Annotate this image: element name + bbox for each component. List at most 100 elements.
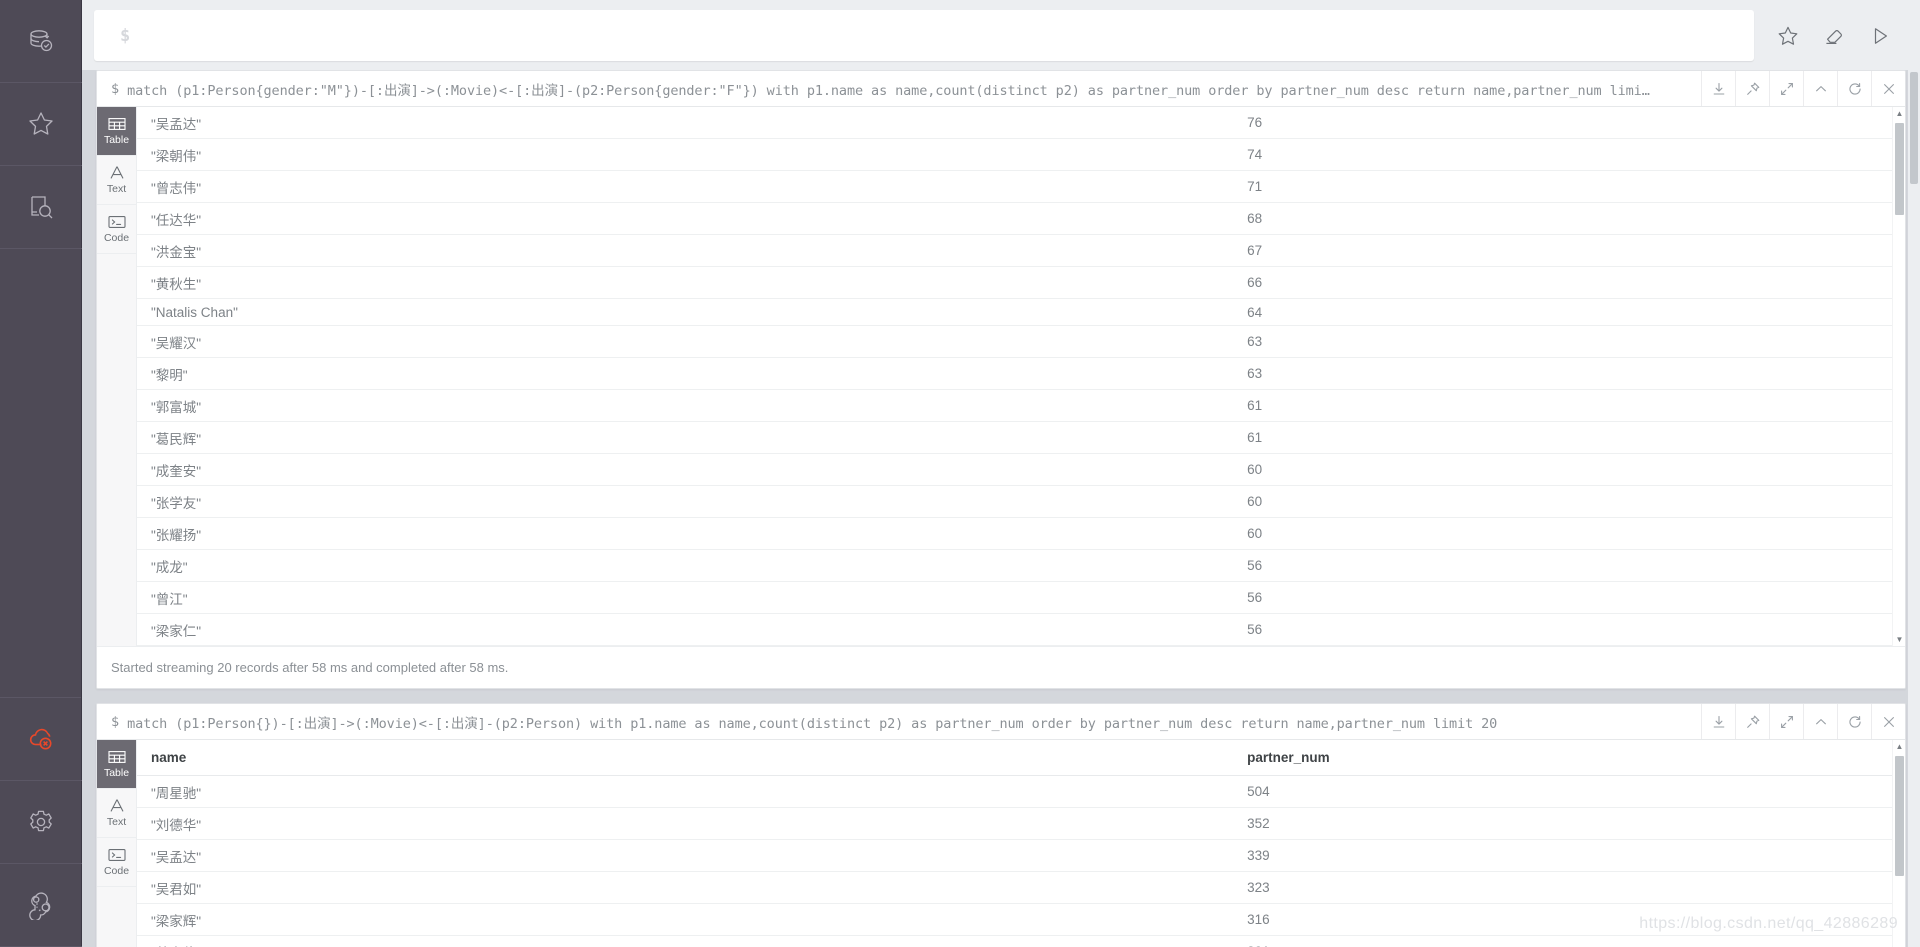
run-play-icon[interactable] [1868, 24, 1892, 48]
sidebar-item-settings[interactable] [0, 781, 82, 864]
table-row[interactable]: "张学友" 60 [137, 485, 1905, 518]
frame-query-text[interactable]: $ match (p1:Person{})-[:出演]->(:Movie)<-[… [97, 704, 1701, 739]
table-row[interactable]: "任达华" 68 [137, 202, 1905, 235]
cell-partner-num: 339 [1233, 839, 1905, 872]
tab-code[interactable]: Code [97, 838, 136, 887]
download-icon[interactable] [1701, 704, 1735, 739]
table-row[interactable]: "郭富城" 61 [137, 389, 1905, 422]
table-row[interactable]: "刘德华" 352 [137, 807, 1905, 840]
frame-query: match (p1:Person{gender:"M"})-[:出演]->(:M… [127, 82, 1650, 99]
cell-partner-num: 323 [1233, 871, 1905, 904]
table-row[interactable]: "梁朝伟" 74 [137, 138, 1905, 171]
table-row[interactable]: "洪金宝" 67 [137, 234, 1905, 267]
text-a-icon [108, 798, 126, 813]
column-header-partner-num[interactable]: partner_num [1233, 740, 1905, 776]
clear-eraser-icon[interactable] [1822, 24, 1846, 48]
scroll-down-arrow[interactable]: ▼ [1893, 633, 1905, 646]
refresh-icon[interactable] [1837, 704, 1871, 739]
code-terminal-icon [107, 215, 126, 229]
query-editor[interactable]: $ [94, 10, 1754, 61]
pin-icon[interactable] [1735, 71, 1769, 106]
expand-icon[interactable] [1769, 704, 1803, 739]
close-icon[interactable] [1871, 71, 1905, 106]
result-scrollbar[interactable]: ▲ ▼ [1892, 740, 1905, 947]
scroll-thumb[interactable] [1895, 756, 1904, 876]
tab-text[interactable]: Text [97, 789, 136, 838]
favorites-star-icon [26, 109, 56, 139]
collapse-chevron-up-icon[interactable] [1803, 71, 1837, 106]
table-row[interactable]: "Natalis Chan" 64 [137, 298, 1905, 326]
frame-header: $ match (p1:Person{gender:"M"})-[:出演]->(… [97, 71, 1905, 107]
cell-partner-num: 301 [1233, 935, 1905, 947]
table-row[interactable]: "成奎安" 60 [137, 453, 1905, 486]
tab-text[interactable]: Text [97, 156, 136, 205]
table-row[interactable]: "张耀扬" 60 [137, 517, 1905, 550]
sidebar-item-about[interactable] [0, 864, 82, 947]
sidebar-item-database-info[interactable] [0, 0, 82, 83]
table-row[interactable]: "黎明" 63 [137, 357, 1905, 390]
about-community-icon [26, 890, 56, 920]
results-table: name partner_num "周星驰" 504 "刘德华" 352 "吴孟达" 33… [137, 740, 1905, 947]
sidebar-item-documents[interactable] [0, 166, 82, 249]
frame-header: $ match (p1:Person{})-[:出演]->(:Movie)<-[… [97, 704, 1905, 740]
table-row[interactable]: "周星驰" 504 [137, 775, 1905, 808]
table-row[interactable]: "成龙" 56 [137, 549, 1905, 582]
table-row[interactable]: "吴君如" 323 [137, 871, 1905, 904]
column-header-name[interactable]: name [137, 740, 1234, 776]
table-row[interactable]: "曾江" 56 [137, 581, 1905, 614]
refresh-icon[interactable] [1837, 71, 1871, 106]
result-scrollbar[interactable]: ▲ ▼ [1892, 107, 1905, 646]
frame-body: Table Text Code [97, 107, 1905, 646]
expand-icon[interactable] [1769, 71, 1803, 106]
table-icon [107, 750, 126, 764]
tab-code-label: Code [103, 231, 130, 244]
tab-table[interactable]: Table [97, 107, 136, 156]
table-row[interactable]: "梁家辉" 316 [137, 903, 1905, 936]
table-row[interactable]: "曾志伟" 71 [137, 170, 1905, 203]
settings-gear-icon [26, 807, 56, 837]
pin-icon[interactable] [1735, 704, 1769, 739]
tab-code[interactable]: Code [97, 205, 136, 254]
table-row[interactable]: "曾志伟"301 [137, 935, 1905, 947]
table-row[interactable]: "吴孟达" 76 [137, 107, 1905, 139]
tab-table-label: Table [103, 766, 130, 779]
frame-query: match (p1:Person{})-[:出演]->(:Movie)<-[:出… [127, 715, 1498, 732]
sidebar-item-favorites[interactable] [0, 83, 82, 166]
page-scroll-thumb[interactable] [1910, 72, 1918, 184]
cell-name: "刘德华" [137, 807, 1234, 840]
scroll-up-arrow[interactable]: ▲ [1893, 107, 1905, 120]
cell-name: "梁家辉" [137, 903, 1234, 936]
sidebar-item-connection-status[interactable] [0, 698, 82, 781]
table-row[interactable]: "吴孟达" 339 [137, 839, 1905, 872]
result-frame: $ match (p1:Person{gender:"M"})-[:出演]->(… [96, 70, 1906, 689]
cell-name: "吴孟达" [137, 107, 1234, 139]
page-scrollbar[interactable] [1908, 0, 1920, 947]
table-icon [107, 117, 126, 131]
cell-partner-num: 352 [1233, 807, 1905, 840]
table-body-2: "周星驰" 504 "刘德华" 352 "吴孟达" 339 "吴君如" 323 "梁家辉" 316… [137, 775, 1905, 947]
result-frame: $ match (p1:Person{})-[:出演]->(:Movie)<-[… [96, 703, 1906, 947]
close-icon[interactable] [1871, 704, 1905, 739]
table-row[interactable]: "梁家仁" 56 [137, 613, 1905, 646]
results-table: "吴孟达" 76 "梁朝伟" 74 "曾志伟" 71 "任达华" 68 "洪金宝" 67 "黄秋生"… [137, 107, 1905, 646]
sidebar-rail [0, 0, 82, 947]
frame-query-text[interactable]: $ match (p1:Person{gender:"M"})-[:出演]->(… [97, 71, 1701, 106]
cell-partner-num: 74 [1233, 138, 1905, 171]
table-row[interactable]: "黄秋生" 66 [137, 266, 1905, 299]
frame-prompt: $ [111, 80, 120, 97]
scroll-up-arrow[interactable]: ▲ [1893, 740, 1905, 753]
scroll-thumb[interactable] [1895, 123, 1904, 215]
cell-name: "梁家仁" [137, 613, 1234, 646]
tab-table[interactable]: Table [97, 740, 136, 789]
cell-name: "成奎安" [137, 453, 1234, 486]
cell-partner-num: 66 [1233, 266, 1905, 299]
download-icon[interactable] [1701, 71, 1735, 106]
text-a-icon [108, 165, 126, 180]
tab-text-label: Text [106, 183, 127, 195]
table-row[interactable]: "吴耀汉" 63 [137, 325, 1905, 358]
cell-partner-num: 76 [1233, 107, 1905, 139]
table-row[interactable]: "葛民辉" 61 [137, 421, 1905, 454]
tab-text-label: Text [106, 816, 127, 828]
favorite-star-icon[interactable] [1776, 24, 1800, 48]
collapse-chevron-up-icon[interactable] [1803, 704, 1837, 739]
